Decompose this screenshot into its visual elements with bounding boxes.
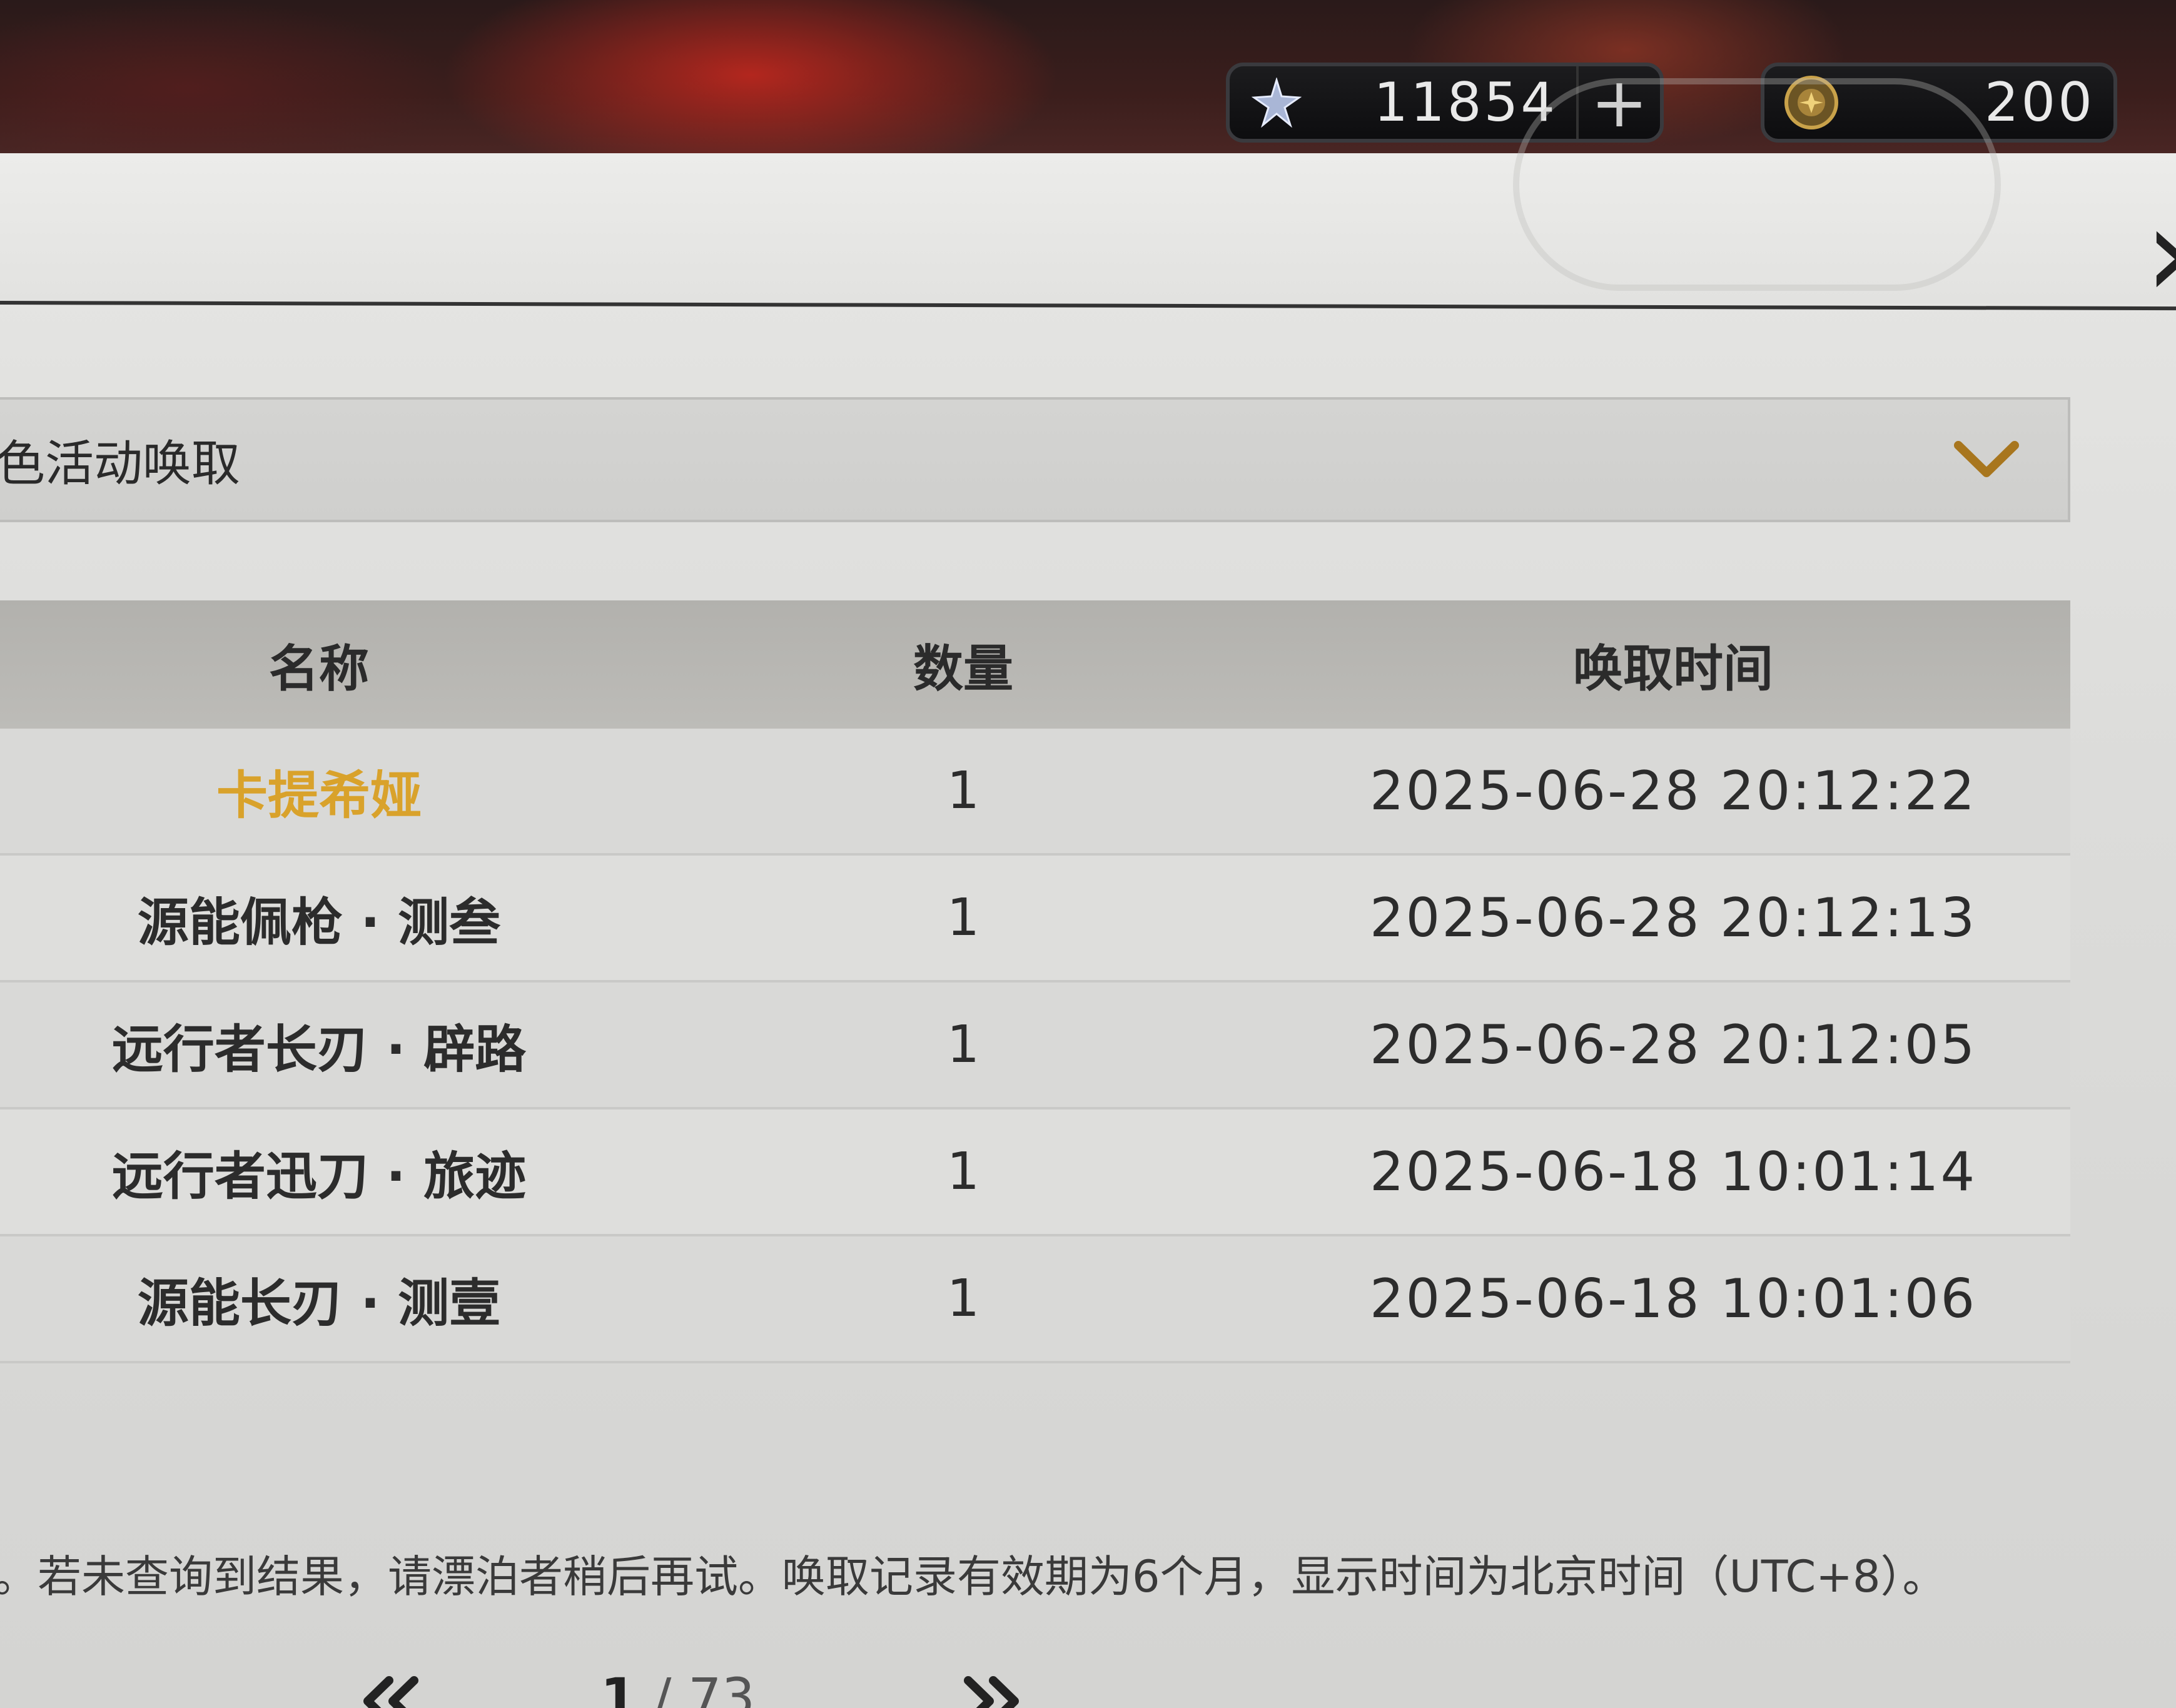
current-page: 1 <box>600 1667 637 1708</box>
convene-history-table: 名称 数量 唤取时间 卡提希娅 1 2025-06-28 20:12:22 源能… <box>0 600 2070 1363</box>
row-quantity: 1 <box>946 888 980 947</box>
astrite-star-icon <box>1248 74 1305 131</box>
table-row: 源能长刃 · 测壹 1 2025-06-18 10:01:06 <box>0 1236 2070 1363</box>
row-quantity: 1 <box>946 1015 980 1074</box>
row-time: 2025-06-18 10:01:14 <box>1369 1140 1977 1203</box>
row-time: 2025-06-18 10:01:06 <box>1369 1267 1977 1330</box>
header-quantity: 数量 <box>913 639 1013 698</box>
row-quantity: 1 <box>946 1142 980 1201</box>
row-time: 2025-06-28 20:12:05 <box>1369 1013 1977 1076</box>
row-name: 源能长刃 · 测壹 <box>137 1274 501 1333</box>
table-body: 卡提希娅 1 2025-06-28 20:12:22 源能佩枪 · 测叁 1 2… <box>0 729 2070 1363</box>
row-time: 2025-06-28 20:12:22 <box>1369 759 1977 822</box>
total-pages: 73 <box>688 1667 756 1708</box>
chevron-down-icon <box>1949 422 2024 497</box>
table-row: 卡提希娅 1 2025-06-28 20:12:22 <box>0 729 2070 856</box>
double-chevron-left-icon <box>363 1676 418 1708</box>
header-name: 名称 <box>269 639 369 698</box>
table-row: 远行者迅刀 · 旅迹 1 2025-06-18 10:01:14 <box>0 1109 2070 1236</box>
table-header: 名称 数量 唤取时间 <box>0 600 2070 729</box>
convene-type-selected: 色活动唤取 <box>0 436 241 492</box>
row-name: 源能佩枪 · 测叁 <box>137 893 501 953</box>
prev-page-button[interactable] <box>350 1660 432 1708</box>
next-page-button[interactable] <box>951 1660 1032 1708</box>
row-name: 卡提希娅 <box>216 766 422 826</box>
row-quantity: 1 <box>946 1269 980 1328</box>
convene-history-panel: › 色活动唤取 名称 数量 唤取时间 卡提希娅 1 2025-06-28 20:… <box>0 78 2176 1708</box>
double-chevron-right-icon <box>964 1676 1019 1708</box>
row-name: 远行者长刃 · 辟路 <box>111 1020 527 1079</box>
close-icon[interactable]: › <box>2145 191 2176 316</box>
table-row: 远行者长刃 · 辟路 1 2025-06-28 20:12:05 <box>0 983 2070 1109</box>
table-row: 源能佩枪 · 测叁 1 2025-06-28 20:12:13 <box>0 856 2070 983</box>
decorative-ring <box>1513 78 2001 291</box>
page-separator: / <box>637 1667 689 1708</box>
row-quantity: 1 <box>946 761 980 821</box>
row-name: 远行者迅刀 · 旅迹 <box>111 1147 527 1206</box>
row-time: 2025-06-28 20:12:13 <box>1369 886 1977 949</box>
header-time: 唤取时间 <box>1573 639 1773 698</box>
page-indicator: 1 / 73 <box>600 1667 755 1708</box>
panel-header: › <box>0 78 2176 316</box>
convene-type-dropdown[interactable]: 色活动唤取 <box>0 397 2070 522</box>
history-notice: 。若未查询到结果，请漂泊者稍后再试。唤取记录有效期为6个月，显示时间为北京时间（… <box>0 1551 1946 1602</box>
